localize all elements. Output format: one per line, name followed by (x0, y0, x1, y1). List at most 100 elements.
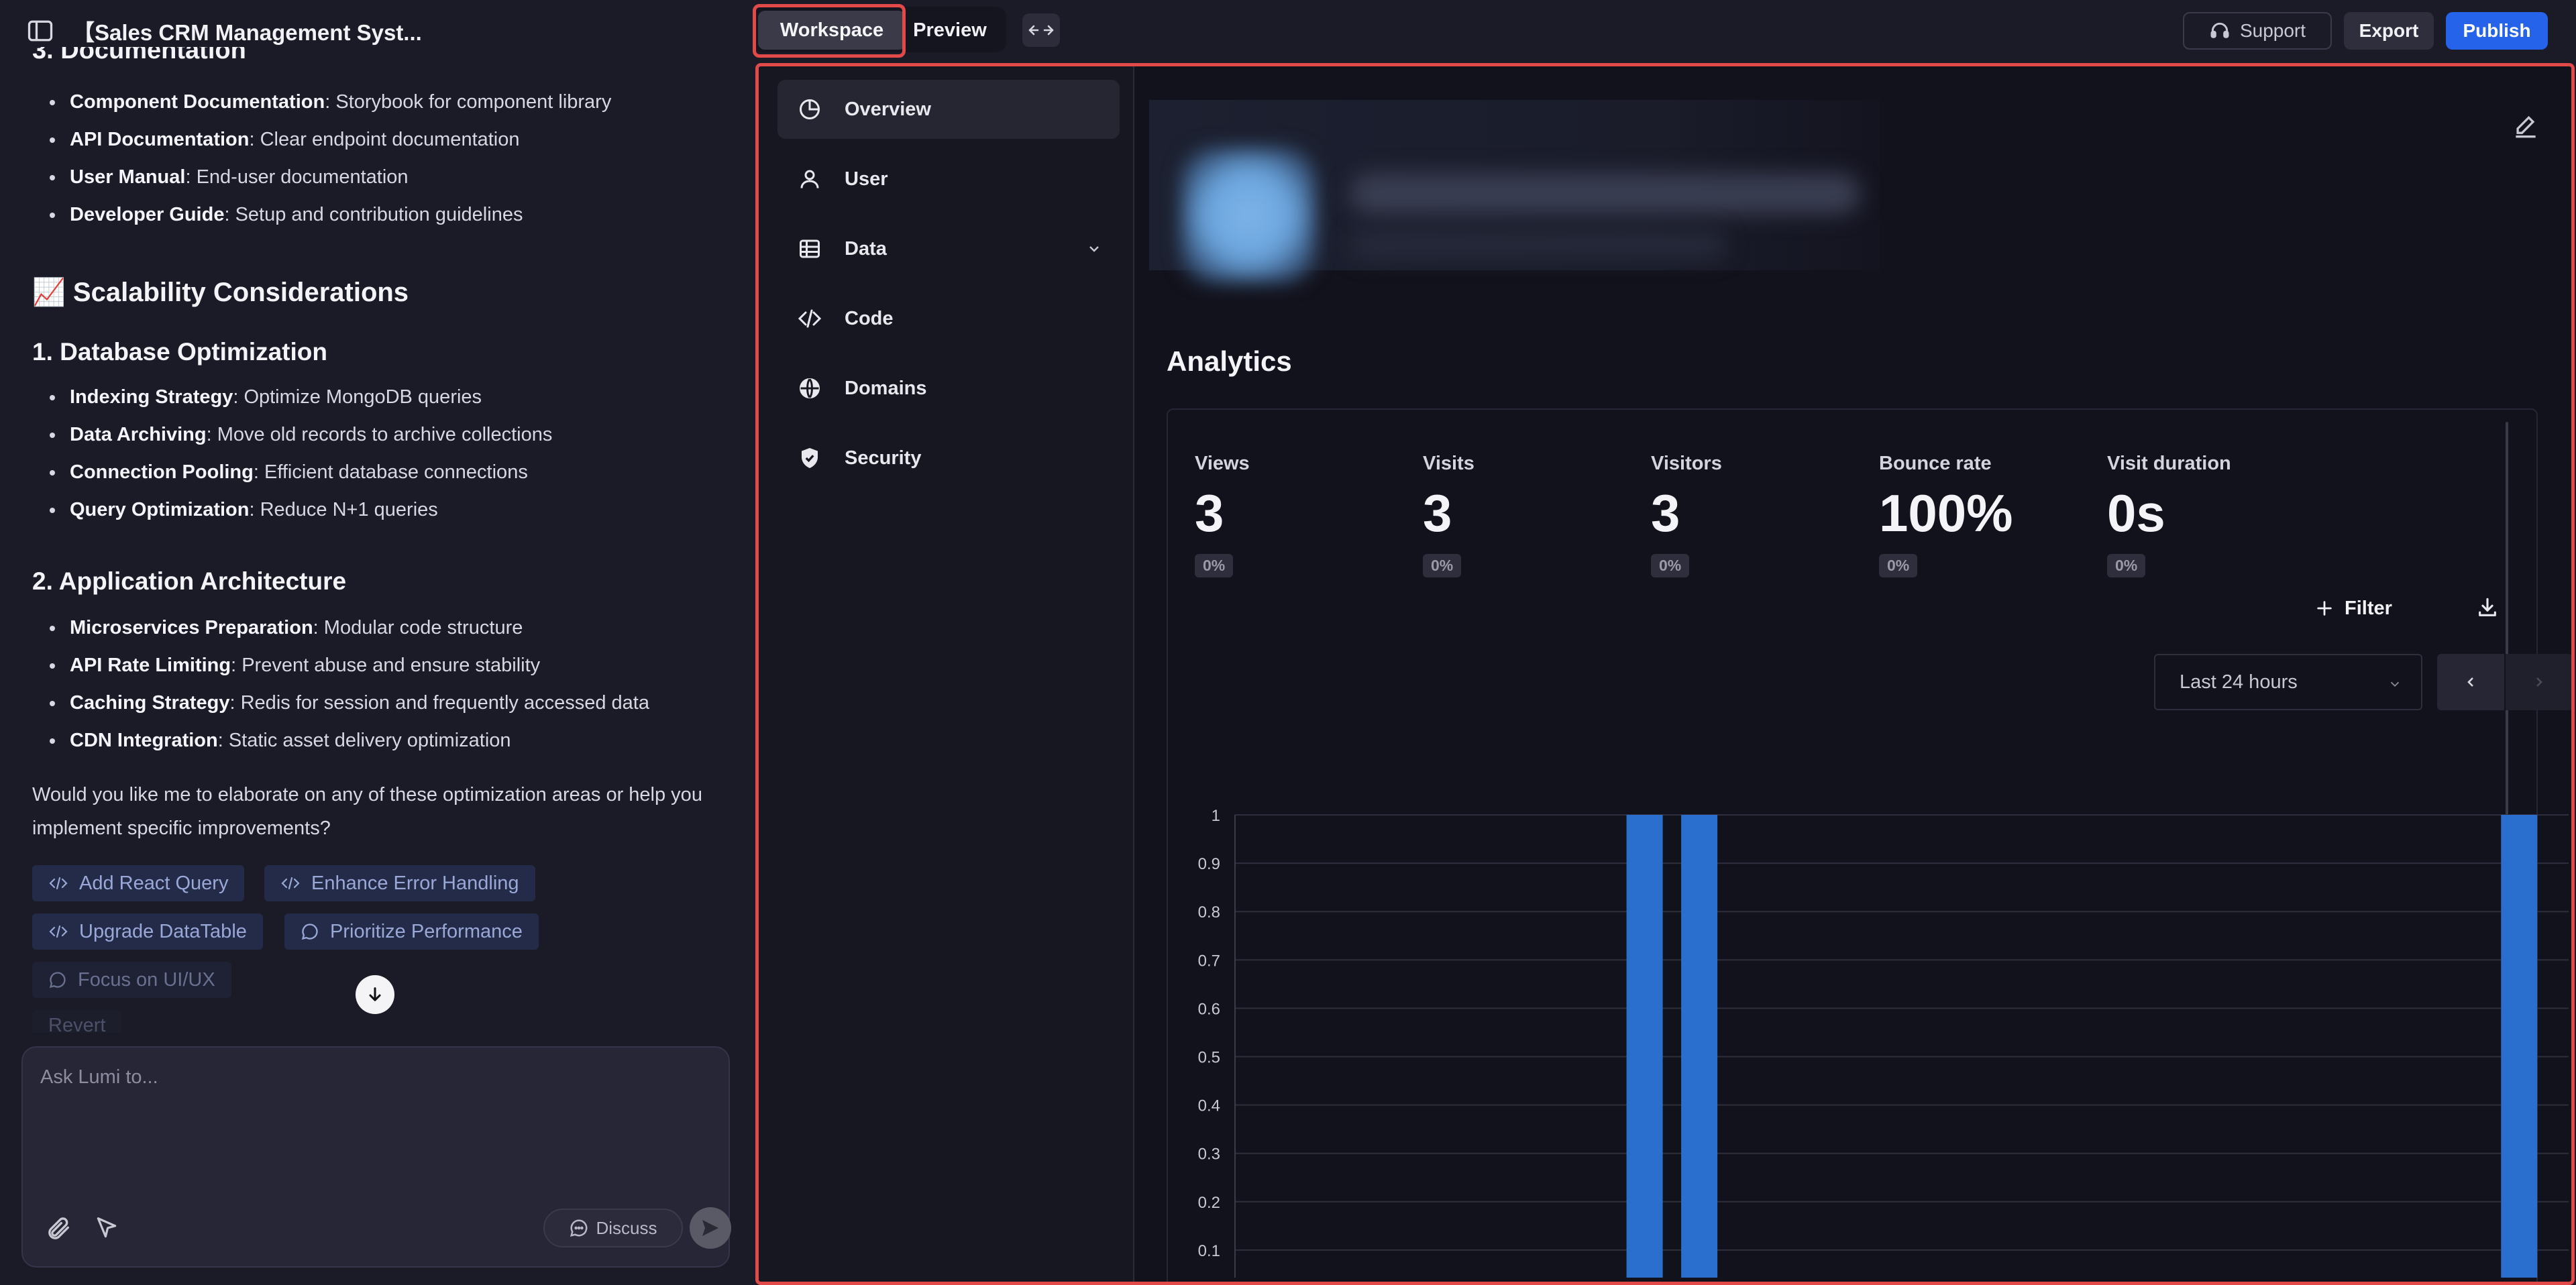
expand-button[interactable] (1022, 13, 1060, 47)
list-item: CDN Integration: Static asset delivery o… (32, 722, 649, 759)
chevron-down-icon (1089, 246, 1099, 252)
filter-button[interactable]: Filter (2315, 592, 2392, 624)
arrows-horizontal-icon (1028, 25, 1054, 36)
nav-item-overview[interactable]: Overview (777, 80, 1120, 139)
plus-icon (2317, 601, 2332, 616)
send-button[interactable] (690, 1207, 731, 1249)
suggestion-chip[interactable]: Prioritize Performance (284, 913, 539, 950)
analytics-bar-chart: 00.10.20.30.40.50.60.70.80.914PM5PM6PM7P… (1198, 807, 2569, 1278)
stat-visitors: Visitors 3 0% (1651, 453, 1866, 577)
database-optimization-heading: 1. Database Optimization (32, 338, 327, 366)
stat-visit-duration: Visit duration 0s 0% (2107, 453, 2322, 577)
list-item: API Documentation: Clear endpoint docume… (32, 121, 611, 158)
y-tick-label: 0.9 (1198, 855, 1220, 873)
y-tick-label: 1 (1212, 807, 1220, 825)
y-tick-label: 0.1 (1198, 1242, 1220, 1260)
chat-input[interactable]: Ask Lumi to... (40, 1066, 158, 1088)
code-icon (798, 309, 822, 328)
chat-bubble-icon (570, 1219, 588, 1237)
y-tick-label: 0.5 (1198, 1049, 1220, 1067)
list-item: Caching Strategy: Redis for session and … (32, 684, 649, 722)
scroll-down-button[interactable] (356, 975, 394, 1014)
change-badge: 0% (1195, 554, 1234, 577)
y-tick-label: 0.7 (1198, 952, 1220, 970)
project-name-blurred (1350, 174, 1860, 214)
change-badge: 0% (1651, 554, 1690, 577)
top-bar: 【Sales CRM Management Syst... Workspace … (0, 0, 2576, 60)
change-badge: 0% (2107, 554, 2146, 577)
nav-item-data[interactable]: Data (777, 219, 1120, 278)
time-range-select[interactable]: Last 24 hours (2154, 654, 2422, 710)
nav-item-security[interactable]: Security (777, 429, 1120, 488)
list-item: API Rate Limiting: Prevent abuse and ens… (32, 647, 649, 684)
sidebar-toggle-icon[interactable] (25, 16, 55, 46)
globe-icon (800, 378, 820, 398)
download-icon[interactable] (2476, 596, 2499, 622)
tab-workspace-highlight (753, 4, 906, 58)
nav-item-user[interactable]: User (777, 150, 1120, 209)
table-icon (800, 239, 820, 258)
discuss-button[interactable]: Discuss (543, 1209, 683, 1247)
workspace-nav: Overview User Data Code Domains Security (759, 66, 1134, 1282)
tab-preview[interactable]: Preview (907, 11, 993, 50)
next-range-button[interactable] (2506, 654, 2571, 710)
closing-message: Would you like me to elaborate on any of… (32, 784, 702, 839)
chart-bar (1681, 815, 1718, 1278)
analytics-title: Analytics (1167, 345, 1292, 377)
workspace-main: Analytics Views 3 0% Visits 3 0% Visitor… (1134, 66, 2571, 1282)
chevron-right-icon (2536, 677, 2542, 687)
edit-icon[interactable] (2511, 112, 2540, 145)
send-icon (702, 1220, 718, 1236)
shield-icon (802, 448, 818, 468)
pie-chart-icon (800, 99, 820, 119)
suggestion-chip[interactable]: Add React Query (32, 865, 245, 901)
support-label: Support (2239, 20, 2306, 41)
export-button[interactable]: Export (2344, 12, 2434, 50)
project-header-blurred (1149, 100, 1880, 282)
y-tick-label: 0.4 (1198, 1097, 1220, 1115)
list-item: Developer Guide: Setup and contribution … (32, 196, 611, 233)
y-tick-label: 0.6 (1198, 1000, 1220, 1018)
list-item: Data Archiving: Move old records to arch… (32, 416, 552, 453)
y-tick-label: 0.2 (1198, 1194, 1220, 1212)
suggestion-chip[interactable]: Focus on UI/UX (32, 962, 231, 998)
code-icon (49, 925, 68, 938)
nav-item-code[interactable]: Code (777, 289, 1120, 348)
support-button[interactable]: Support (2183, 12, 2332, 50)
headset-icon (2210, 22, 2229, 38)
list-item: Microservices Preparation: Modular code … (32, 609, 649, 647)
chart-bar (2501, 815, 2538, 1278)
chat-composer[interactable]: Ask Lumi to... Discuss (21, 1046, 731, 1268)
chat-bubble-icon (49, 972, 66, 989)
chart-bar (1626, 815, 1663, 1278)
y-tick-label: 0.8 (1198, 903, 1220, 921)
application-architecture-heading: 2. Application Architecture (32, 567, 347, 595)
previous-range-button[interactable] (2437, 654, 2504, 710)
chat-bubble-icon (301, 924, 318, 940)
database-list: Indexing Strategy: Optimize MongoDB quer… (32, 378, 552, 528)
paperclip-icon[interactable] (46, 1215, 72, 1245)
user-icon (800, 170, 819, 188)
cursor-select-icon[interactable] (94, 1215, 119, 1244)
documentation-list: Component Documentation: Storybook for c… (32, 83, 611, 233)
publish-button[interactable]: Publish (2446, 12, 2548, 50)
project-title: 【Sales CRM Management Syst... (72, 20, 422, 45)
y-tick-label: 0.3 (1198, 1146, 1220, 1164)
nav-item-domains[interactable]: Domains (777, 359, 1120, 418)
revert-chip[interactable]: Revert (32, 1010, 122, 1033)
change-badge: 0% (1423, 554, 1462, 577)
chevron-left-icon (2467, 677, 2473, 687)
workspace-panel: Overview User Data Code Domains Security (755, 63, 2575, 1285)
stat-views: Views 3 0% (1195, 453, 1409, 577)
project-avatar (1181, 148, 1316, 282)
scalability-heading: 📈 Scalability Considerations (32, 278, 409, 307)
list-item: Component Documentation: Storybook for c… (32, 83, 611, 121)
code-icon (281, 877, 300, 890)
stat-bounce-rate: Bounce rate 100% 0% (1879, 453, 2094, 577)
project-subtitle-blurred (1350, 231, 1726, 258)
suggestion-chip[interactable]: Enhance Error Handling (264, 865, 535, 901)
architecture-list: Microservices Preparation: Modular code … (32, 609, 649, 759)
list-item: User Manual: End-user documentation (32, 158, 611, 196)
change-badge: 0% (1879, 554, 1918, 577)
suggestion-chip[interactable]: Upgrade DataTable (32, 913, 263, 950)
